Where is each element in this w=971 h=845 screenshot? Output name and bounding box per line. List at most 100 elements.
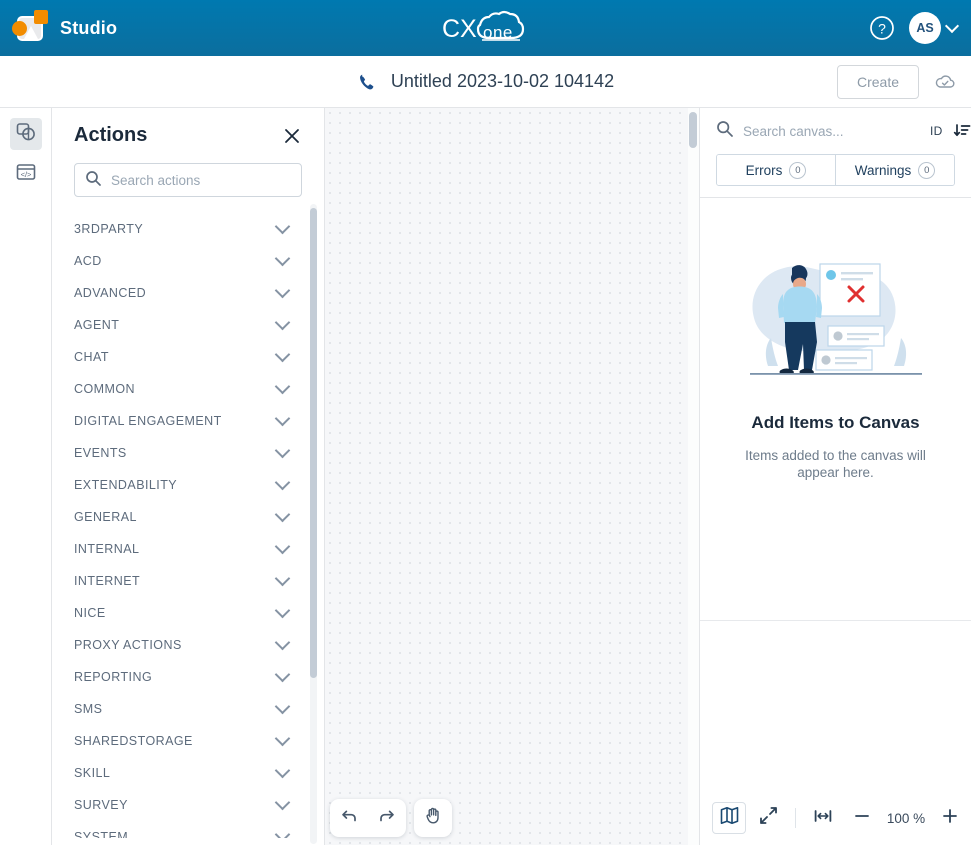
category-label: PROXY ACTIONS (74, 638, 182, 652)
category-row[interactable]: SYSTEM (74, 821, 318, 838)
category-label: ADVANCED (74, 286, 147, 300)
minimap-button[interactable] (712, 802, 746, 834)
left-rail: </> (0, 108, 52, 845)
sort-descending-icon[interactable] (953, 122, 971, 140)
actions-panel: Actions 3RDPARTY (52, 108, 325, 845)
category-row[interactable]: GENERAL (74, 501, 318, 533)
close-icon[interactable] (282, 126, 302, 146)
studio-app: Studio CX one ? AS Untitled 2023-10-02 1… (0, 0, 971, 845)
issue-tabs: Errors 0 Warnings 0 (716, 154, 955, 186)
toolbar-divider (795, 808, 796, 828)
category-row[interactable]: DIGITAL ENGAGEMENT (74, 405, 318, 437)
category-row[interactable]: AGENT (74, 309, 318, 341)
actions-search-box[interactable] (74, 163, 302, 197)
flow-canvas[interactable] (325, 108, 699, 845)
category-row[interactable]: REPORTING (74, 661, 318, 693)
category-row[interactable]: PROXY ACTIONS (74, 629, 318, 661)
canvas-toolbar (330, 799, 452, 837)
hand-pan-icon (423, 805, 444, 831)
category-row[interactable]: NICE (74, 597, 318, 629)
category-row[interactable]: INTERNET (74, 565, 318, 597)
category-label: SKILL (74, 766, 111, 780)
chevron-down-icon (274, 730, 291, 747)
search-icon (85, 170, 101, 191)
code-window-icon: </> (15, 161, 37, 188)
chevron-down-icon (274, 346, 291, 363)
tab-warnings[interactable]: Warnings 0 (835, 155, 954, 185)
flow-title-bar: Untitled 2023-10-02 104142 Create (0, 56, 971, 108)
category-row[interactable]: SURVEY (74, 789, 318, 821)
actions-panel-title: Actions (74, 124, 148, 146)
tab-errors-label: Errors (745, 162, 783, 178)
user-menu[interactable]: AS (909, 12, 960, 44)
category-row[interactable]: SMS (74, 693, 318, 725)
empty-state-subtitle: Items added to the canvas will appear he… (745, 448, 926, 480)
header-actions: ? AS (869, 0, 960, 56)
sidebar-item-code[interactable]: </> (10, 158, 42, 190)
tab-errors[interactable]: Errors 0 (717, 155, 835, 185)
redo-icon (377, 806, 397, 831)
category-label: GENERAL (74, 510, 137, 524)
help-circle-icon[interactable]: ? (869, 15, 895, 41)
category-row[interactable]: CHAT (74, 341, 318, 373)
category-row[interactable]: ADVANCED (74, 277, 318, 309)
category-label: CHAT (74, 350, 109, 364)
pan-button[interactable] (414, 799, 452, 837)
zoom-in-button[interactable] (933, 802, 967, 834)
svg-text:?: ? (878, 21, 886, 37)
category-row[interactable]: SKILL (74, 757, 318, 789)
pan-tool-group (414, 799, 452, 837)
svg-text:one: one (483, 23, 513, 42)
search-icon (716, 120, 733, 142)
tab-warnings-label: Warnings (854, 162, 912, 178)
chevron-down-icon (274, 538, 291, 555)
expand-button[interactable] (751, 802, 785, 834)
search-actions-input[interactable] (111, 172, 291, 188)
chevron-down-icon (274, 602, 291, 619)
action-category-list: 3RDPARTY ACD ADVANCED AGENT CHAT COMMON (52, 213, 324, 838)
category-label: SURVEY (74, 798, 128, 812)
undo-icon (339, 806, 359, 831)
undo-button[interactable] (330, 799, 368, 837)
redo-button[interactable] (368, 799, 406, 837)
undo-redo-group (330, 799, 406, 837)
sidebar-item-actions[interactable] (9, 118, 42, 150)
svg-text:CX: CX (442, 15, 477, 43)
category-label: NICE (74, 606, 106, 620)
category-row[interactable]: INTERNAL (74, 533, 318, 565)
canvas-scrollbar[interactable] (688, 108, 699, 845)
create-button[interactable]: Create (837, 65, 919, 99)
category-row[interactable]: EXTENDABILITY (74, 469, 318, 501)
cxone-logo: CX one (438, 9, 534, 54)
category-label: SHAREDSTORAGE (74, 734, 193, 748)
chevron-down-icon (274, 506, 291, 523)
chevron-down-icon (944, 18, 960, 34)
actions-scrollbar-thumb[interactable] (310, 208, 317, 678)
category-row[interactable]: SHAREDSTORAGE (74, 725, 318, 757)
sort-field-label: ID (930, 124, 943, 138)
brand[interactable]: Studio (0, 10, 117, 46)
canvas-scrollbar-thumb[interactable] (689, 112, 697, 148)
category-row[interactable]: ACD (74, 245, 318, 277)
chevron-down-icon (274, 570, 291, 587)
actions-panel-header: Actions (52, 108, 324, 153)
plus-icon (940, 806, 960, 831)
category-label: ACD (74, 254, 102, 268)
chevron-down-icon (274, 762, 291, 779)
chevron-down-icon (274, 314, 291, 331)
zoom-out-button[interactable] (845, 802, 879, 834)
category-row[interactable]: COMMON (74, 373, 318, 405)
chevron-down-icon (274, 826, 291, 838)
search-canvas-input[interactable] (743, 123, 920, 139)
category-row[interactable]: 3RDPARTY (74, 213, 318, 245)
zoom-toolbar: 100 % (700, 791, 971, 845)
chevron-down-icon (274, 410, 291, 427)
cloud-check-icon[interactable] (933, 70, 957, 94)
actions-search-wrap (52, 153, 324, 197)
category-row[interactable]: EVENTS (74, 437, 318, 469)
avatar: AS (909, 12, 941, 44)
expand-diagonal-icon (759, 806, 778, 830)
phone-icon (357, 72, 377, 92)
chevron-down-icon (274, 666, 291, 683)
fit-width-button[interactable] (806, 802, 840, 834)
